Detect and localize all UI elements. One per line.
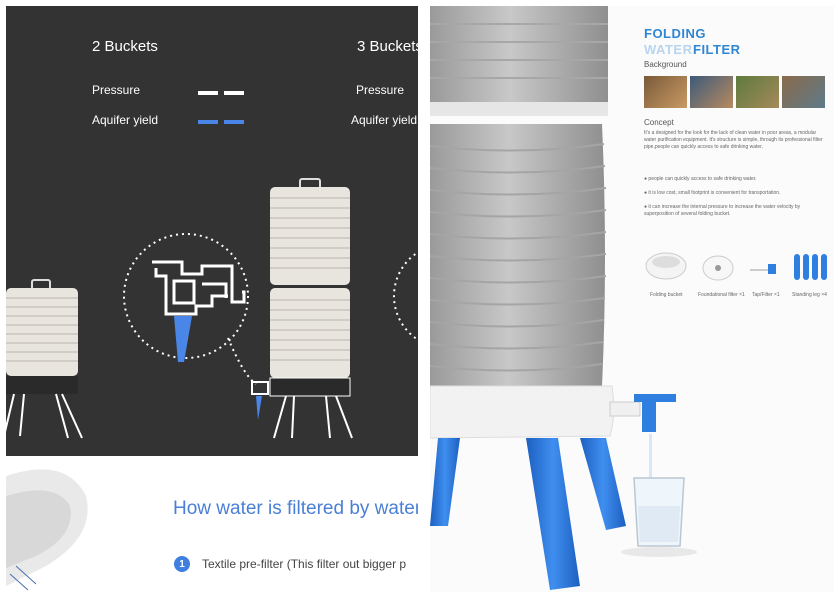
magnifier-circle-2 (393, 251, 418, 341)
bullet-2-text: it is low cost, small footprint is conve… (648, 190, 781, 196)
infographic-drawing (6, 91, 418, 439)
concept-label: Concept (644, 118, 674, 127)
bullet-1-text: people can quickly access to safe drinki… (648, 176, 757, 182)
how-water-filtered-title: How water is filtered by water (173, 498, 418, 519)
title-filter: FILTER (693, 42, 741, 57)
title-folding: FOLDING (644, 26, 706, 41)
background-photo-4 (782, 76, 825, 108)
background-photo-3 (736, 76, 779, 108)
bullet-1: ● people can quickly access to safe drin… (644, 176, 757, 182)
left-panel: 2 Buckets 3 Buckets Pressure Aquifer yie… (6, 6, 418, 592)
background-label: Background (644, 60, 687, 69)
step-1-text: Textile pre-filter (This filter out bigg… (202, 557, 407, 571)
stacked-buckets-icon (251, 178, 353, 439)
part-label-4: Standing leg ×4 (792, 292, 827, 298)
part-label-1: Folding bucket (650, 292, 683, 298)
right-panel: FOLDING WATER FILTER Background Concept … (430, 6, 834, 592)
bullet-3-text: it can increase the internal pressure to… (644, 204, 801, 217)
part-label-3: Tap/Filter ×1 (752, 292, 780, 298)
part-label-2: Foundational filter ×1 (698, 292, 745, 298)
left-bucket-icon (6, 279, 83, 439)
magnifier-circle (123, 233, 257, 385)
aquifer-legend-mark (198, 120, 244, 124)
filter-render-partial (6, 469, 88, 591)
dark-infographic: 2 Buckets 3 Buckets Pressure Aquifer yie… (6, 6, 418, 456)
concept-text: It's a designed for the look for the lac… (644, 130, 823, 150)
pressure-legend-mark (198, 91, 244, 95)
step-1-badge: 1 (174, 556, 190, 572)
bullet-2: ● it is low cost, small footprint is con… (644, 190, 781, 196)
bullet-3: ● it can increase the internal pressure … (644, 204, 801, 217)
title-water: WATER (644, 42, 693, 57)
background-photo-2 (690, 76, 733, 108)
background-photo-1 (644, 76, 687, 108)
components-illustration (645, 252, 827, 281)
